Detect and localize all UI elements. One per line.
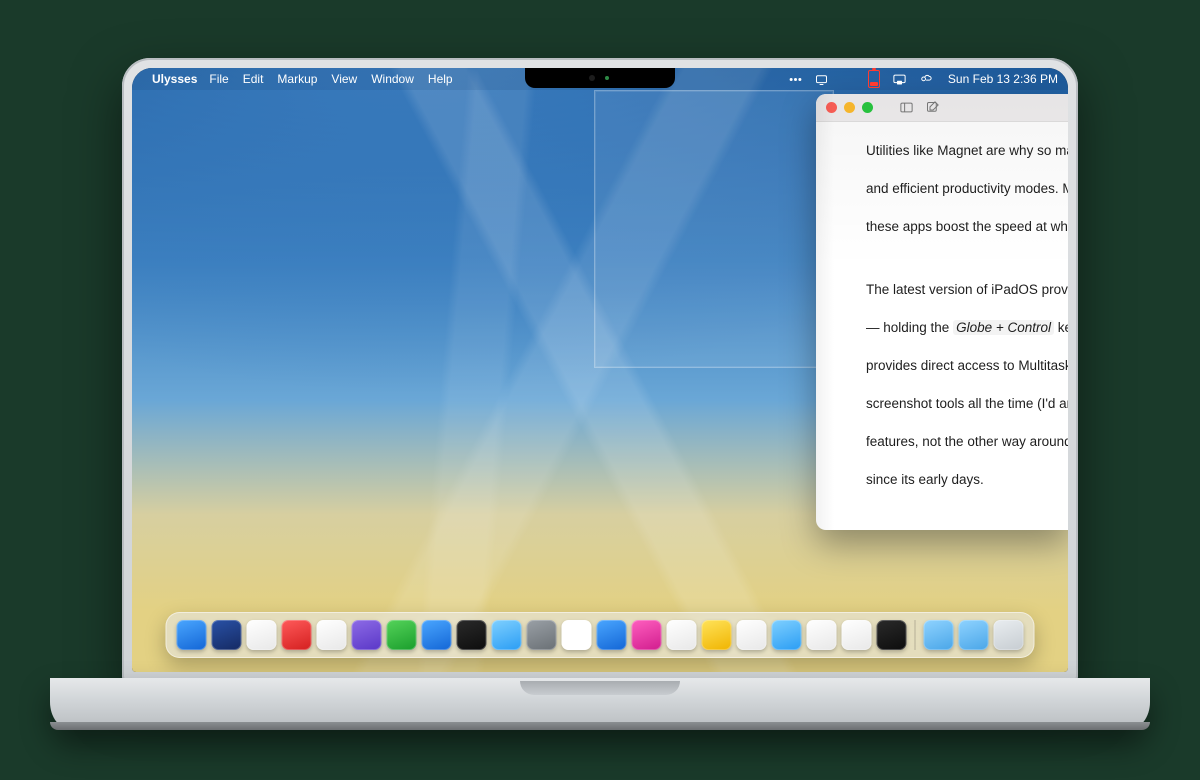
spacer-icon xyxy=(840,71,856,87)
dock-app-finder[interactable] xyxy=(177,620,207,650)
dock-app-reminders[interactable] xyxy=(667,620,697,650)
menu-file[interactable]: File xyxy=(209,72,228,86)
minimize-button[interactable] xyxy=(844,102,855,113)
dock-app-screenshot[interactable] xyxy=(807,620,837,650)
editor-line: — holding the Globe + Control key in xyxy=(866,317,1058,339)
dock-app-terminal[interactable] xyxy=(877,620,907,650)
more-icon[interactable] xyxy=(788,71,804,87)
editor-line: screenshot tools all the time (I'd argue xyxy=(866,393,1058,415)
menu-edit[interactable]: Edit xyxy=(243,72,264,86)
battery-low-icon[interactable] xyxy=(866,71,882,87)
menu-bar-status-area: Sun Feb 13 2:36 PM xyxy=(788,71,1058,87)
menu-view[interactable]: View xyxy=(331,72,357,86)
dock-app-system-settings[interactable] xyxy=(527,620,557,650)
menu-window[interactable]: Window xyxy=(371,72,414,86)
window-traffic-lights xyxy=(826,102,873,113)
editor-line: Utilities like Magnet are why so many A xyxy=(866,140,1058,162)
dock-app-messages[interactable] xyxy=(387,620,417,650)
dock-app-things[interactable] xyxy=(247,620,277,650)
screen-mirroring-icon[interactable] xyxy=(892,71,908,87)
dock-app-app-store[interactable] xyxy=(422,620,452,650)
editor-line: since its early days. xyxy=(866,469,1058,491)
laptop-base xyxy=(50,678,1150,730)
dock-app-documents-folder[interactable] xyxy=(959,620,989,650)
dock-app-photos[interactable] xyxy=(737,620,767,650)
screen-bezel: Ulysses File Edit Markup View Window Help xyxy=(132,68,1068,672)
fullscreen-button[interactable] xyxy=(862,102,873,113)
close-button[interactable] xyxy=(826,102,837,113)
sidebar-toggle-icon[interactable] xyxy=(897,99,915,117)
laptop-lid: Ulysses File Edit Markup View Window Help xyxy=(122,58,1078,682)
dock-app-safari[interactable] xyxy=(492,620,522,650)
display-brightness-icon[interactable] xyxy=(814,71,830,87)
window-titlebar[interactable] xyxy=(816,94,1068,122)
dock-separator xyxy=(915,620,916,650)
editor-text-area[interactable]: Utilities like Magnet are why so many A a… xyxy=(816,122,1068,530)
desktop-wallpaper: Ulysses File Edit Markup View Window Help xyxy=(132,68,1068,672)
dock-app-trash[interactable] xyxy=(994,620,1024,650)
dock-app-downloads-folder[interactable] xyxy=(924,620,954,650)
dock-app-stocks[interactable] xyxy=(457,620,487,650)
dock-app-notion[interactable] xyxy=(317,620,347,650)
editor-line xyxy=(866,507,1058,529)
editor-line: and efficient productivity modes. Mag xyxy=(866,178,1058,200)
editor-line: these apps boost the speed at which y xyxy=(866,216,1058,238)
editor-line: features, not the other way around), ar xyxy=(866,431,1058,453)
menu-bar-clock[interactable]: Sun Feb 13 2:36 PM xyxy=(948,72,1058,86)
dock-app-1password[interactable] xyxy=(212,620,242,650)
dock-app-ulysses[interactable] xyxy=(702,620,732,650)
weather-icon[interactable] xyxy=(918,71,934,87)
editor-line: provides direct access to Multitasking xyxy=(866,355,1058,377)
editor-line xyxy=(866,254,1058,276)
dock-app-windows-vm[interactable] xyxy=(562,620,592,650)
compose-icon[interactable] xyxy=(923,99,941,117)
dock xyxy=(166,612,1035,658)
dock-app-fantastical[interactable] xyxy=(282,620,312,650)
ulysses-editor-window[interactable]: Utilities like Magnet are why so many A a… xyxy=(816,94,1068,530)
menu-markup[interactable]: Markup xyxy=(277,72,317,86)
macbook-frame: Ulysses File Edit Markup View Window Help xyxy=(122,58,1078,730)
dock-app-preview[interactable] xyxy=(842,620,872,650)
window-snap-preview xyxy=(594,90,834,368)
editor-line: The latest version of iPadOS provides xyxy=(866,279,1058,301)
menu-help[interactable]: Help xyxy=(428,72,453,86)
dock-app-music[interactable] xyxy=(632,620,662,650)
app-menu[interactable]: Ulysses xyxy=(152,72,197,86)
dock-app-mail[interactable] xyxy=(597,620,627,650)
dock-app-app-store-2[interactable] xyxy=(772,620,802,650)
dock-app-obsidian[interactable] xyxy=(352,620,382,650)
display-notch xyxy=(525,68,675,88)
